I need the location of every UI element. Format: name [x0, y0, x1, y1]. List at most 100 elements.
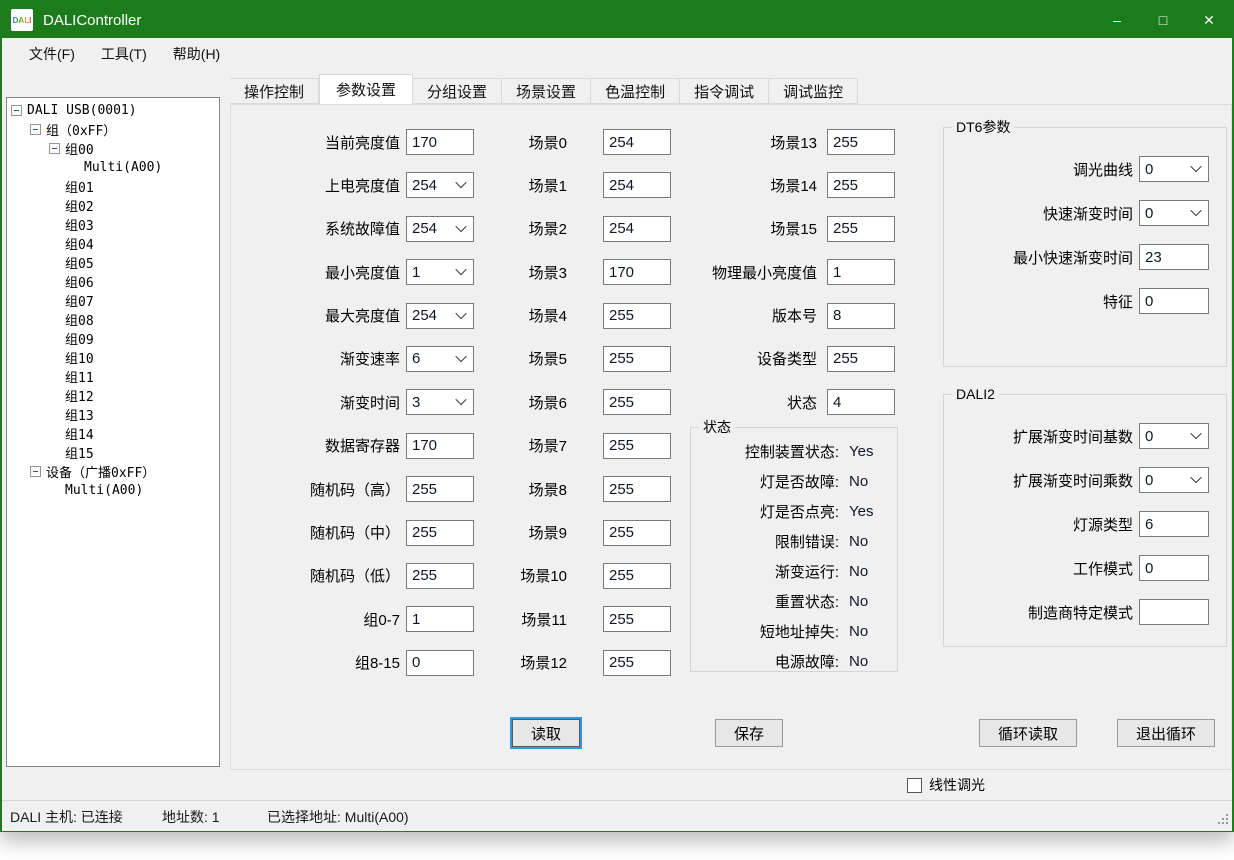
field-dropdown[interactable]: 0 — [1139, 423, 1209, 449]
tab[interactable]: 操作控制 — [230, 78, 319, 104]
tree-item[interactable]: 组02 — [7, 196, 219, 215]
field-input[interactable] — [603, 606, 671, 632]
tree-item[interactable]: 组00 — [7, 139, 219, 158]
menu-item[interactable]: 帮助(H) — [160, 38, 233, 70]
field-input[interactable] — [603, 216, 671, 242]
menu-item[interactable]: 文件(F) — [16, 38, 88, 70]
form-row: 场景10 — [482, 563, 671, 589]
field-input[interactable] — [603, 172, 671, 198]
field-input[interactable] — [1139, 555, 1209, 581]
field-input[interactable] — [406, 606, 474, 632]
tree-item[interactable]: 组11 — [7, 367, 219, 386]
field-input[interactable] — [603, 433, 671, 459]
field-input[interactable] — [406, 476, 474, 502]
tab[interactable]: 指令调试 — [680, 78, 769, 104]
field-input[interactable] — [603, 476, 671, 502]
field-input[interactable] — [406, 650, 474, 676]
field-input[interactable] — [406, 433, 474, 459]
form-row: 组0-7 — [242, 606, 474, 632]
field-dropdown[interactable]: 254 — [406, 303, 474, 329]
tab[interactable]: 分组设置 — [413, 78, 502, 104]
field-input[interactable] — [1139, 288, 1209, 314]
field-input[interactable] — [603, 563, 671, 589]
tree-item[interactable]: 组08 — [7, 310, 219, 329]
tree-collapse-icon[interactable] — [30, 466, 41, 477]
tree-collapse-icon[interactable] — [11, 105, 22, 116]
field-input[interactable] — [603, 259, 671, 285]
field-input[interactable] — [827, 303, 895, 329]
field-input[interactable] — [827, 172, 895, 198]
dropdown-value: 254 — [412, 220, 437, 237]
tree-item[interactable]: 组12 — [7, 386, 219, 405]
field-input[interactable] — [603, 520, 671, 546]
minimize-button[interactable]: – — [1094, 2, 1140, 38]
field-dropdown[interactable]: 1 — [406, 259, 474, 285]
exit-loop-button[interactable]: 退出循环 — [1117, 719, 1215, 747]
tree-item[interactable]: 组09 — [7, 329, 219, 348]
field-dropdown[interactable]: 0 — [1139, 156, 1209, 182]
field-input[interactable] — [1139, 511, 1209, 537]
field-dropdown[interactable]: 0 — [1139, 200, 1209, 226]
tree-item[interactable]: 设备（广播0xFF） — [7, 462, 219, 481]
field-label: 快速渐变时间 — [952, 203, 1133, 224]
tree-item[interactable]: 组01 — [7, 177, 219, 196]
field-input[interactable] — [406, 129, 474, 155]
field-input[interactable] — [827, 259, 895, 285]
tree-item[interactable]: 组04 — [7, 234, 219, 253]
tree-collapse-icon[interactable] — [30, 124, 41, 135]
menu-item[interactable]: 工具(T) — [88, 38, 160, 70]
tree-item[interactable]: Multi(A00) — [7, 158, 219, 177]
tree-item[interactable]: 组14 — [7, 424, 219, 443]
field-input[interactable] — [603, 303, 671, 329]
field-dropdown[interactable]: 6 — [406, 346, 474, 372]
tab[interactable]: 参数设置 — [319, 74, 413, 104]
resize-grip[interactable] — [1216, 812, 1230, 829]
tree-item[interactable]: 组07 — [7, 291, 219, 310]
field-input[interactable] — [827, 389, 895, 415]
field-input[interactable] — [827, 216, 895, 242]
tree-item[interactable]: DALI USB(0001) — [7, 101, 219, 120]
tab-label: 色温控制 — [605, 81, 665, 102]
tab[interactable]: 色温控制 — [591, 78, 680, 104]
linear-dimming-checkbox[interactable] — [907, 778, 922, 793]
field-input[interactable] — [406, 563, 474, 589]
read-button[interactable]: 读取 — [512, 719, 580, 747]
field-input[interactable] — [603, 346, 671, 372]
tree-collapse-icon[interactable] — [49, 143, 60, 154]
field-label: 数据寄存器 — [242, 435, 400, 456]
field-dropdown[interactable]: 0 — [1139, 467, 1209, 493]
field-input[interactable] — [827, 129, 895, 155]
field-input[interactable] — [603, 650, 671, 676]
tree-item[interactable]: Multi(A00) — [7, 481, 219, 500]
maximize-button[interactable]: □ — [1140, 2, 1186, 38]
tree-item[interactable]: 组15 — [7, 443, 219, 462]
form-row: 场景3 — [482, 259, 671, 285]
status-value: No — [849, 593, 868, 610]
tree-item[interactable]: 组13 — [7, 405, 219, 424]
loop-read-button[interactable]: 循环读取 — [979, 719, 1077, 747]
field-input[interactable] — [603, 389, 671, 415]
status-label: 电源故障: — [691, 651, 839, 672]
tab[interactable]: 调试监控 — [769, 78, 858, 104]
field-dropdown[interactable]: 3 — [406, 389, 474, 415]
tree-item[interactable]: 组10 — [7, 348, 219, 367]
field-input[interactable] — [406, 520, 474, 546]
field-input[interactable] — [1139, 244, 1209, 270]
tree-item[interactable]: 组（0xFF） — [7, 120, 219, 139]
field-input[interactable] — [1139, 599, 1209, 625]
save-button[interactable]: 保存 — [715, 719, 783, 747]
tree-item[interactable]: 组06 — [7, 272, 219, 291]
tab[interactable]: 场景设置 — [502, 78, 591, 104]
close-button[interactable]: ✕ — [1186, 2, 1232, 38]
form-row: 物理最小亮度值 — [692, 259, 895, 285]
field-label: 场景7 — [482, 435, 567, 456]
field-input[interactable] — [827, 346, 895, 372]
tree-item[interactable]: 组03 — [7, 215, 219, 234]
field-dropdown[interactable]: 254 — [406, 172, 474, 198]
field-input[interactable] — [603, 129, 671, 155]
field-label: 场景4 — [482, 305, 567, 326]
field-dropdown[interactable]: 254 — [406, 216, 474, 242]
field-label: 场景11 — [482, 609, 567, 630]
form-row: 状态 — [692, 389, 895, 415]
tree-item[interactable]: 组05 — [7, 253, 219, 272]
